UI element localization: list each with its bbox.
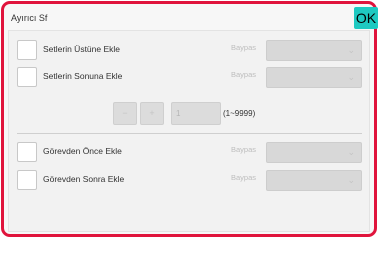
option-row-insert-before-job: Görevden Önce Ekle Baypas ⌄ <box>17 142 362 166</box>
insert-before-sets-checkbox[interactable] <box>17 40 37 60</box>
chevron-down-icon: ⌄ <box>347 45 355 55</box>
decrement-button[interactable]: − <box>113 102 137 125</box>
dialog-title: Ayırıcı Sf <box>11 13 48 23</box>
bypass-label: Baypas <box>231 173 257 182</box>
insert-before-job-tray-select[interactable]: ⌄ <box>266 142 362 163</box>
count-range-text: (1~9999) <box>223 109 256 118</box>
insert-after-job-checkbox[interactable] <box>17 170 37 190</box>
insert-after-sets-label: Setlerin Sonuna Ekle <box>43 71 123 81</box>
insert-before-job-label: Görevden Önce Ekle <box>43 146 122 156</box>
insert-after-sets-tray-select[interactable]: ⌄ <box>266 67 362 88</box>
chevron-down-icon: ⌄ <box>347 175 355 185</box>
increment-button[interactable]: + <box>140 102 164 125</box>
insert-before-sets-label: Setlerin Üstüne Ekle <box>43 44 121 54</box>
ok-button[interactable]: OK <box>354 7 378 29</box>
insert-before-sets-tray-select[interactable]: ⌄ <box>266 40 362 61</box>
insert-after-job-label: Görevden Sonra Ekle <box>43 174 125 184</box>
set-count-input[interactable]: 1 <box>171 102 221 125</box>
option-row-insert-before-sets: Setlerin Üstüne Ekle Baypas ⌄ <box>17 40 362 64</box>
bypass-label: Baypas <box>231 43 257 52</box>
option-row-insert-after-job: Görevden Sonra Ekle Baypas ⌄ <box>17 170 362 194</box>
chevron-down-icon: ⌄ <box>347 72 355 82</box>
option-row-insert-after-sets: Setlerin Sonuna Ekle Baypas ⌄ <box>17 67 362 91</box>
insert-before-job-checkbox[interactable] <box>17 142 37 162</box>
chevron-down-icon: ⌄ <box>347 147 355 157</box>
insert-after-job-tray-select[interactable]: ⌄ <box>266 170 362 191</box>
bypass-label: Baypas <box>231 145 257 154</box>
bypass-label: Baypas <box>231 70 257 79</box>
screen: Ayırıcı Sf OK Setlerin Üstüne Ekle Baypa… <box>0 0 384 253</box>
section-divider <box>17 133 362 134</box>
insert-after-sets-checkbox[interactable] <box>17 67 37 87</box>
